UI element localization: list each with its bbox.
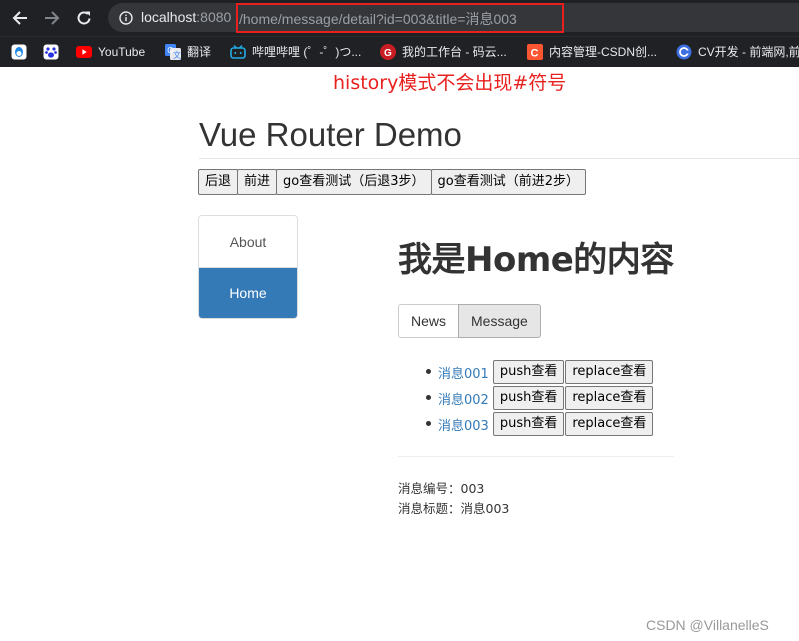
bookmark-csdn[interactable]: C 内容管理-CSDN创... bbox=[527, 43, 657, 61]
go-back-3-button[interactable]: go查看测试（后退3步） bbox=[276, 169, 432, 195]
message-detail: 消息编号：003 消息标题：消息003 bbox=[398, 479, 509, 519]
replace-view-button[interactable]: replace查看 bbox=[565, 360, 654, 384]
list-item: 消息001 push查看 replace查看 bbox=[420, 359, 654, 385]
cv-icon bbox=[676, 44, 692, 60]
url-highlight-box bbox=[236, 3, 564, 33]
message-link-001[interactable]: 消息001 bbox=[438, 363, 489, 382]
detail-divider bbox=[398, 456, 674, 457]
info-icon[interactable] bbox=[119, 11, 133, 28]
svg-text:C: C bbox=[531, 48, 539, 60]
annotation-note: history模式不会出现#符号 bbox=[333, 72, 567, 94]
bookmark-label-translate: 翻译 bbox=[187, 45, 212, 59]
bookmark-cv[interactable]: CV开发 - 前端网,前 bbox=[676, 43, 799, 61]
tab-news[interactable]: News bbox=[398, 304, 460, 338]
bookmark-label-youtube: YouTube bbox=[98, 45, 146, 59]
youtube-icon bbox=[76, 44, 92, 60]
svg-text:文: 文 bbox=[173, 50, 181, 60]
bookmark-label-cv: CV开发 - 前端网,前 bbox=[698, 45, 799, 59]
baidu-paw-icon bbox=[43, 44, 59, 60]
url-port: :8080 bbox=[196, 9, 232, 25]
svg-text:G: G bbox=[384, 48, 392, 59]
google-translate-icon: G文 bbox=[165, 44, 181, 60]
browser-toolbar: localhost:8080 /home/message/detail?id=0… bbox=[0, 0, 799, 36]
message-list: 消息001 push查看 replace查看 消息002 push查看 repl… bbox=[420, 359, 654, 437]
page-title: Vue Router Demo bbox=[199, 116, 462, 153]
detail-id: 消息编号：003 bbox=[398, 481, 485, 496]
home-heading: 我是Home的内容 bbox=[398, 240, 674, 280]
list-item: 消息003 push查看 replace查看 bbox=[420, 411, 654, 437]
go-forward-2-button[interactable]: go查看测试（前进2步） bbox=[430, 169, 586, 195]
qq-icon bbox=[11, 44, 27, 60]
message-link-002[interactable]: 消息002 bbox=[438, 389, 489, 408]
bookmarks-bar: YouTube G文 翻译 哔哩哔哩 (゜-゜)つ... G 我的工作台 - 码… bbox=[0, 36, 799, 67]
bookmark-bilibili[interactable]: 哔哩哔哩 (゜-゜)つ... bbox=[230, 43, 361, 61]
bookmark-youtube[interactable]: YouTube bbox=[76, 43, 145, 61]
back-button[interactable]: 后退 bbox=[198, 169, 239, 195]
back-arrow-icon[interactable] bbox=[8, 6, 32, 30]
bookmark-label-csdn: 内容管理-CSDN创... bbox=[549, 45, 658, 59]
push-view-button[interactable]: push查看 bbox=[492, 360, 565, 384]
forward-button[interactable]: 前进 bbox=[237, 169, 278, 195]
reload-icon[interactable] bbox=[72, 6, 96, 30]
url-host: localhost:8080 bbox=[141, 9, 232, 25]
sidebar-nav: About Home bbox=[198, 215, 298, 319]
bookmark-baidu[interactable] bbox=[43, 43, 65, 61]
bullet-icon bbox=[426, 369, 431, 374]
replace-view-button[interactable]: replace查看 bbox=[565, 412, 654, 436]
replace-view-button[interactable]: replace查看 bbox=[565, 386, 654, 410]
forward-arrow-icon[interactable] bbox=[40, 6, 64, 30]
home-tabs: News Message bbox=[398, 304, 541, 338]
sidebar-item-about[interactable]: About bbox=[199, 216, 297, 267]
bilibili-icon bbox=[230, 44, 246, 60]
detail-title: 消息标题：消息003 bbox=[398, 501, 510, 516]
bullet-icon bbox=[426, 421, 431, 426]
message-link-003[interactable]: 消息003 bbox=[438, 415, 489, 434]
push-view-button[interactable]: push查看 bbox=[492, 412, 565, 436]
tab-message[interactable]: Message bbox=[458, 304, 541, 338]
bookmark-gitee[interactable]: G 我的工作台 - 码云... bbox=[380, 43, 507, 61]
bookmark-qq[interactable] bbox=[11, 43, 33, 61]
history-button-row: 后退 前进 go查看测试（后退3步） go查看测试（前进2步） bbox=[198, 169, 586, 195]
bullet-icon bbox=[426, 395, 431, 400]
bookmark-translate[interactable]: G文 翻译 bbox=[165, 43, 211, 61]
bookmark-label-bilibili: 哔哩哔哩 (゜-゜)つ... bbox=[252, 45, 362, 59]
sidebar-item-home[interactable]: Home bbox=[199, 267, 297, 318]
csdn-watermark: CSDN @VillanelleS bbox=[646, 617, 769, 633]
gitee-icon: G bbox=[380, 44, 396, 60]
push-view-button[interactable]: push查看 bbox=[492, 386, 565, 410]
csdn-icon: C bbox=[527, 44, 543, 60]
bookmark-label-gitee: 我的工作台 - 码云... bbox=[402, 45, 507, 59]
title-divider bbox=[199, 158, 799, 159]
list-item: 消息002 push查看 replace查看 bbox=[420, 385, 654, 411]
